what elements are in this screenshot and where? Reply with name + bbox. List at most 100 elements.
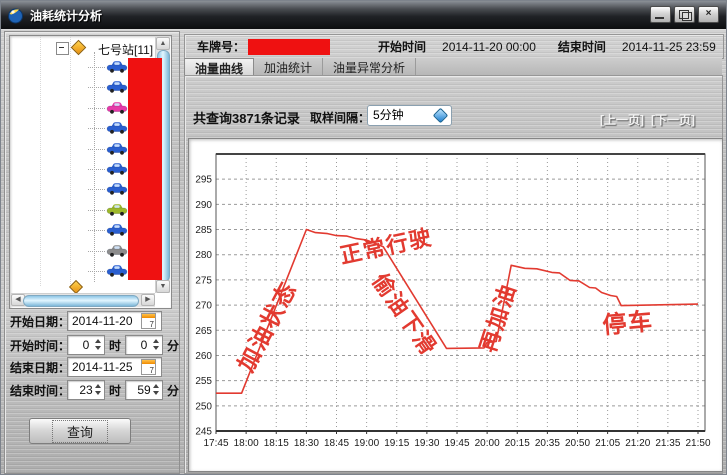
end-time-row: 结束时间： 23 时 59 分: [10, 382, 66, 402]
tab-0[interactable]: 油量曲线: [184, 58, 254, 75]
car-icon: [106, 142, 128, 155]
y-tick-label: 250: [195, 401, 212, 412]
calendar-icon: 7: [150, 366, 154, 375]
annotation-label: 正常行驶: [338, 224, 435, 268]
car-icon: [106, 162, 128, 175]
close-button[interactable]: ×: [698, 6, 719, 23]
stepper-arrows-icon[interactable]: [153, 383, 160, 396]
fuel-level-chart: 24525025526026527027528028529029517:4518…: [189, 139, 720, 469]
annotation-label: 加油状态: [232, 277, 301, 377]
horizontal-scroll-thumb[interactable]: [23, 295, 139, 307]
tab-1[interactable]: 加油统计: [254, 58, 323, 75]
x-tick-label: 20:50: [565, 438, 590, 449]
x-tick-label: 19:15: [384, 438, 409, 449]
y-tick-label: 270: [195, 301, 212, 312]
tree-horizontal-scrollbar[interactable]: ◀ ▶: [11, 293, 155, 307]
app-globe-icon: [7, 7, 24, 24]
dropdown-gem-icon: [433, 108, 449, 124]
start-date-label: 开始日期：: [10, 313, 66, 330]
start-time-row: 开始时间： 0 时 0 分: [10, 337, 66, 357]
end-date-calendar-button[interactable]: 7: [141, 359, 156, 375]
start-date-calendar-button[interactable]: 7: [141, 313, 156, 329]
car-icon: [106, 101, 128, 114]
tree-root-node[interactable]: 七号站[11]: [10, 40, 171, 56]
hour-unit-label: 时: [109, 382, 121, 399]
stepper-arrows-icon[interactable]: [95, 338, 102, 351]
stepper-arrows-icon[interactable]: [153, 338, 160, 351]
tree-connector: [88, 108, 105, 109]
tree-connector: [88, 149, 105, 150]
y-tick-label: 295: [195, 175, 212, 186]
next-page-link[interactable]: [下一页]: [651, 111, 695, 128]
x-tick-label: 20:00: [475, 438, 500, 449]
query-info-bar: 车牌号： 开始时间 2014-11-20 00:00 结束时间 2014-11-…: [184, 34, 724, 59]
y-tick-label: 280: [195, 250, 212, 261]
station-label[interactable]: 七号站[11]: [98, 41, 153, 58]
prev-page-link[interactable]: [上一页]: [600, 111, 644, 128]
scroll-right-icon[interactable]: ▶: [141, 294, 155, 306]
y-tick-label: 265: [195, 326, 212, 337]
end-date-label: 结束日期：: [10, 359, 66, 376]
x-tick-label: 20:15: [505, 438, 530, 449]
car-icon: [106, 182, 128, 195]
car-icon: [106, 60, 128, 73]
minute-unit-label: 分: [167, 337, 179, 354]
car-icon: [106, 223, 128, 236]
start-date-row: 开始日期： 2014-11-20 7: [10, 313, 66, 333]
tree-connector: [88, 210, 105, 211]
x-tick-label: 20:35: [535, 438, 560, 449]
scroll-up-icon[interactable]: ▲: [156, 37, 170, 50]
tab-2[interactable]: 油量异常分析: [323, 58, 416, 75]
tree-connector: [88, 251, 105, 252]
scroll-down-icon[interactable]: ▼: [156, 280, 170, 293]
car-icon: [106, 244, 128, 257]
y-tick-label: 285: [195, 225, 212, 236]
query-button[interactable]: 查询: [29, 418, 131, 444]
start-minute-stepper[interactable]: 0: [125, 335, 163, 355]
x-tick-label: 19:30: [414, 438, 439, 449]
annotation-label: 停车: [601, 307, 654, 339]
car-icon: [106, 80, 128, 93]
tree-connector: [88, 67, 105, 68]
title-bar: 油耗统计分析 ×: [1, 1, 726, 29]
fuel-chart-panel: 24525025526026527027528028529029517:4518…: [188, 138, 723, 472]
hour-unit-label: 时: [109, 337, 121, 354]
plate-label: 车牌号：: [197, 38, 245, 55]
y-tick-label: 255: [195, 376, 212, 387]
collapse-icon[interactable]: [56, 42, 69, 55]
end-minute-stepper[interactable]: 59: [125, 380, 163, 400]
minimize-button[interactable]: [650, 6, 671, 23]
tree-connector: [88, 87, 105, 88]
y-tick-label: 290: [195, 200, 212, 211]
sidebar: 七号站[11] ▲ ▼ ◀ ▶ 开始日期： 2014-11-20 7: [4, 31, 180, 474]
x-tick-label: 21:05: [595, 438, 620, 449]
redacted-plate-number: [248, 39, 330, 55]
chart-annotations: 加油状态正常行驶偷油下滑再加油停车: [232, 224, 655, 376]
record-count: 共查询3871条记录: [193, 108, 300, 127]
redacted-vehicle-names: [128, 58, 162, 280]
end-date-row: 结束日期： 2014-11-25 7: [10, 359, 66, 379]
station-icon: [71, 40, 87, 56]
start-hour-stepper[interactable]: 0: [67, 335, 105, 355]
x-tick-label: 19:00: [354, 438, 379, 449]
end-time-header-label: 结束时间: [558, 38, 606, 55]
y-tick-label: 260: [195, 351, 212, 362]
x-tick-label: 17:45: [203, 438, 228, 449]
end-hour-stepper[interactable]: 23: [67, 380, 105, 400]
start-time-value: 2014-11-20 00:00: [442, 40, 536, 54]
restore-button[interactable]: [674, 6, 695, 23]
car-icon: [106, 203, 128, 216]
stepper-arrows-icon[interactable]: [95, 383, 102, 396]
start-time-label: 开始时间：: [10, 337, 66, 354]
x-tick-label: 21:50: [685, 438, 710, 449]
x-tick-label: 21:20: [625, 438, 650, 449]
car-icon: [106, 264, 128, 277]
x-tick-label: 18:45: [324, 438, 349, 449]
window-title: 油耗统计分析: [30, 7, 102, 24]
end-time-label: 结束时间：: [10, 382, 66, 399]
tree-guide-line: [40, 36, 41, 286]
sample-interval-label: 取样间隔：: [310, 109, 370, 126]
tree-connector: [88, 128, 105, 129]
x-tick-label: 18:15: [264, 438, 289, 449]
sample-interval-select[interactable]: 5分钟: [367, 105, 452, 126]
